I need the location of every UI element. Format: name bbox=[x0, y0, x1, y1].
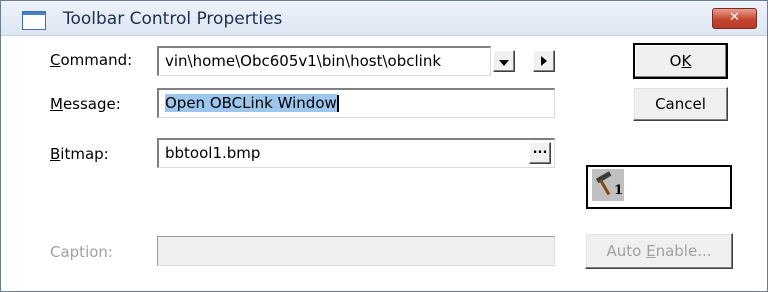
command-combo[interactable]: vin\home\Obc605v1\bin\host\obclink bbox=[157, 46, 491, 76]
auto-enable-button[interactable]: Auto Enable... bbox=[585, 233, 733, 269]
dialog-window: Toolbar Control Properties ✕ Command: vi… bbox=[0, 0, 768, 292]
hammer-icon: 1 bbox=[592, 169, 624, 201]
bitmap-label: Bitmap: bbox=[50, 145, 109, 163]
command-arrow-button[interactable] bbox=[533, 50, 555, 72]
dialog-body: Command: vin\home\Obc605v1\bin\host\obcl… bbox=[2, 37, 766, 291]
bitmap-browse-button[interactable]: ... bbox=[529, 142, 551, 164]
message-label: Message: bbox=[50, 95, 121, 113]
title-bar[interactable]: Toolbar Control Properties ✕ bbox=[1, 1, 767, 36]
bitmap-value: bbtool1.bmp bbox=[165, 144, 261, 162]
caption-input[interactable] bbox=[157, 236, 555, 266]
close-button[interactable]: ✕ bbox=[712, 8, 757, 29]
window-title: Toolbar Control Properties bbox=[63, 9, 283, 29]
arrow-right-icon bbox=[541, 56, 547, 66]
bitmap-preview: 1 bbox=[586, 165, 732, 209]
caption-label: Caption: bbox=[50, 243, 113, 261]
chevron-down-icon bbox=[499, 60, 509, 66]
text-caret bbox=[336, 95, 339, 112]
ok-button[interactable]: OK bbox=[633, 43, 728, 79]
close-icon: ✕ bbox=[729, 10, 740, 25]
command-value: vin\home\Obc605v1\bin\host\obclink bbox=[165, 52, 442, 70]
bitmap-preview-subscript: 1 bbox=[614, 183, 624, 198]
command-label: Command: bbox=[50, 51, 133, 69]
cancel-button[interactable]: Cancel bbox=[633, 87, 728, 121]
message-input[interactable]: Open OBCLink Window bbox=[157, 88, 555, 118]
command-dropdown-button[interactable] bbox=[493, 50, 515, 72]
message-value: Open OBCLink Window bbox=[165, 94, 337, 112]
window-icon bbox=[22, 11, 46, 30]
bitmap-input[interactable]: bbtool1.bmp bbox=[157, 138, 555, 168]
